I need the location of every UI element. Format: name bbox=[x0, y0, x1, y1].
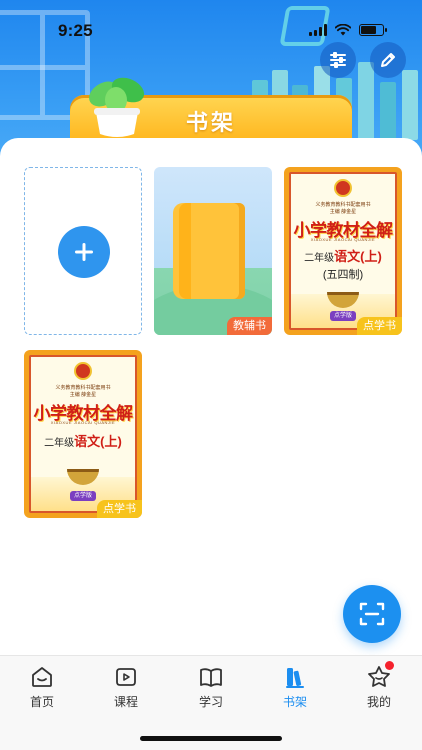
cover-subject: 语文 bbox=[74, 434, 101, 449]
cover-grade: 二年级 bbox=[44, 438, 75, 449]
cover-grade-line: 二年级语文(上) bbox=[291, 246, 395, 265]
potted-plant-icon bbox=[89, 77, 145, 137]
tab-home[interactable]: 首页 bbox=[12, 664, 72, 710]
tab-label: 书架 bbox=[282, 695, 307, 709]
cover-pinyin: XIAOXUE JIAOCAI QUANJIE bbox=[50, 420, 116, 425]
book-cover-icon bbox=[171, 203, 249, 299]
cover-editor: 主编 薛金星 bbox=[69, 392, 97, 398]
home-indicator bbox=[140, 736, 282, 741]
tab-label: 课程 bbox=[113, 695, 138, 709]
tab-bookshelf[interactable]: 书架 bbox=[265, 664, 325, 710]
tab-study[interactable]: 学习 bbox=[181, 664, 241, 710]
battery-icon bbox=[359, 24, 387, 36]
cover-subject: 语文 bbox=[334, 249, 361, 264]
tab-profile[interactable]: 我的 bbox=[349, 661, 409, 710]
cover-pinyin: XIAOXUE JIAOCAI QUANJIE bbox=[310, 237, 376, 242]
add-book-tile[interactable] bbox=[24, 167, 142, 335]
book-type-tag: 点学书 bbox=[97, 500, 142, 518]
cellular-signal-icon bbox=[309, 24, 327, 36]
book-card-tutor[interactable]: 教辅书 bbox=[154, 167, 272, 335]
wifi-icon bbox=[335, 24, 351, 36]
book-card-textbook[interactable]: 义务教育教科书配套用书 主编 薛金星 小学教材全解 XIAOXUE JIAOCA… bbox=[284, 167, 402, 335]
cover-volume: (上) bbox=[100, 434, 122, 449]
book-cover: 义务教育教科书配套用书 主编 薛金星 小学教材全解 XIAOXUE JIAOCA… bbox=[29, 355, 137, 513]
add-book-button[interactable] bbox=[58, 226, 110, 278]
tab-label: 我的 bbox=[366, 695, 391, 709]
status-icons bbox=[309, 24, 387, 36]
cover-editor: 主编 薛金星 bbox=[329, 209, 357, 215]
pencil-icon bbox=[381, 53, 395, 67]
tab-courses[interactable]: 课程 bbox=[96, 664, 156, 710]
home-icon bbox=[32, 667, 52, 687]
scan-icon bbox=[359, 602, 385, 626]
cover-grade-line: 二年级语文(上) bbox=[31, 431, 135, 450]
publisher-emblem-icon bbox=[74, 362, 92, 380]
shelf-settings-button[interactable] bbox=[320, 42, 356, 78]
cover-top-line: 义务教育教科书配套用书 bbox=[55, 385, 111, 391]
book-cover: 义务教育教科书配套用书 主编 薛金星 小学教材全解 XIAOXUE JIAOCA… bbox=[289, 172, 397, 330]
open-book-icon bbox=[200, 668, 222, 687]
cover-top-line: 义务教育教科书配套用书 bbox=[315, 202, 371, 208]
tab-label: 学习 bbox=[198, 695, 223, 709]
scan-button[interactable] bbox=[343, 585, 401, 643]
shelf-edit-button[interactable] bbox=[370, 42, 406, 78]
play-icon bbox=[116, 668, 136, 686]
tab-label: 首页 bbox=[29, 695, 54, 709]
cover-grade: 二年级 bbox=[304, 253, 335, 264]
bookshelf-panel: 教辅书 义务教育教科书配套用书 主编 薛金星 小学教材全解 XIAOXUE JI… bbox=[0, 138, 422, 658]
cover-badge: 点学版 bbox=[330, 311, 356, 321]
book-type-tag: 点学书 bbox=[357, 317, 402, 335]
book-card-textbook[interactable]: 义务教育教科书配套用书 主编 薛金星 小学教材全解 XIAOXUE JIAOCA… bbox=[24, 350, 142, 518]
book-type-tag: 教辅书 bbox=[227, 317, 272, 335]
plus-icon bbox=[75, 243, 93, 261]
sliders-icon bbox=[330, 52, 346, 68]
notification-dot bbox=[385, 661, 394, 670]
cover-badge: 点学版 bbox=[70, 491, 96, 501]
cover-edition: (五四制) bbox=[322, 269, 364, 281]
status-time: 9:25 bbox=[58, 21, 93, 40]
cover-volume: (上) bbox=[360, 249, 382, 264]
bookshelf-icon bbox=[286, 668, 304, 688]
publisher-emblem-icon bbox=[334, 179, 352, 197]
